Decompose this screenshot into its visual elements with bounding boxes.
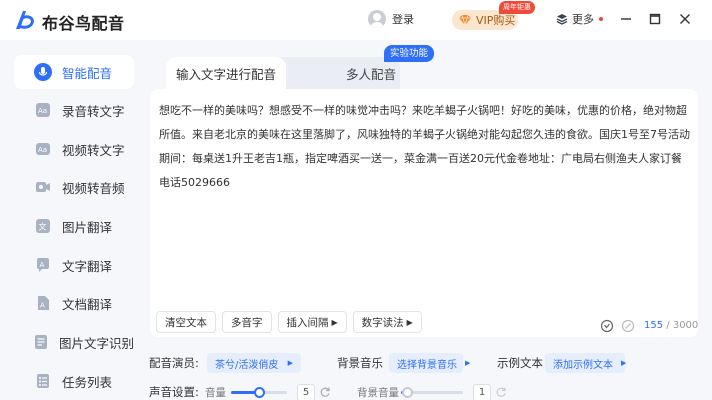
clear-text-label: 清空文本 <box>165 316 207 329</box>
insert-pause-label: 插入间隔 <box>286 316 329 329</box>
sidebar-item-smart-dubbing[interactable]: 智能配音 <box>14 55 134 89</box>
sidebar-item-label: 视频转音频 <box>62 180 125 196</box>
maximize-icon[interactable] <box>647 11 663 27</box>
bg-volume-label: 背景音量 <box>357 386 399 399</box>
sidebar: 智能配音 Aa 录音转文字 Aa 视频转文字 视频转音频 文 图片翻译 A 文字… <box>0 40 140 400</box>
sidebar-item-label: 文字翻译 <box>62 258 113 274</box>
settings-row: 配音演员: 茶兮/活泼俏皮 ▶ 背景音乐 选择背景音乐 ▶ 示例文本 添加示例文本 ▶ <box>149 352 627 374</box>
text-editor[interactable]: 想吃不一样的美味吗？想感受不一样的味觉冲击吗？来吃羊蝎子火锅吧！好吃的美味，优惠… <box>150 89 698 337</box>
format-icon[interactable] <box>621 319 635 333</box>
history-icon[interactable] <box>600 319 614 333</box>
doc-translate-icon: A <box>32 292 54 314</box>
login-button[interactable]: 登录 <box>368 10 414 28</box>
sidebar-item-label: 图片文字识别 <box>58 335 134 351</box>
sidebar-item-video-to-audio[interactable]: 视频转音频 <box>14 170 134 204</box>
svg-text:A: A <box>40 261 45 269</box>
sidebar-item-audio-to-text[interactable]: Aa 录音转文字 <box>14 93 134 127</box>
sidebar-item-label: 任务列表 <box>62 374 113 390</box>
character-count: 155 / 3000 <box>644 320 698 331</box>
svg-text:文: 文 <box>39 222 47 232</box>
character-count-current: 155 <box>644 320 664 331</box>
volume-slider-knob[interactable] <box>254 386 265 398</box>
tab-bar: 输入文字进行配音 多人配音 <box>166 57 400 89</box>
caret-right-icon: ▶ <box>465 359 471 367</box>
voice-label: 配音演员: <box>149 356 199 370</box>
bg-volume-slider-knob[interactable] <box>402 386 414 398</box>
bg-volume-value[interactable]: 1 <box>473 383 491 400</box>
sidebar-item-video-to-text[interactable]: Aa 视频转文字 <box>14 132 134 166</box>
vip-label: VIP购买 <box>476 14 516 27</box>
caret-right-icon: ▶ <box>621 359 627 367</box>
reset-volume-icon[interactable] <box>319 386 331 398</box>
svg-text:Aa: Aa <box>38 107 47 115</box>
app-title: 布谷鸟配音 <box>42 14 125 33</box>
ocr-icon <box>32 331 51 353</box>
video-to-text-icon: Aa <box>32 138 54 160</box>
svg-text:Aa: Aa <box>38 146 47 154</box>
close-icon[interactable] <box>677 11 693 27</box>
sample-text-label: 示例文本 <box>497 356 543 370</box>
main-panel: 输入文字进行配音 多人配音 实验功能 想吃不一样的美味吗？想感受不一样的味觉冲击… <box>140 40 712 400</box>
layers-icon <box>556 14 568 25</box>
notification-dot <box>599 17 603 21</box>
task-list-icon <box>32 370 54 392</box>
sidebar-item-task-list[interactable]: 任务列表 <box>14 364 134 398</box>
image-translate-icon: 文 <box>32 215 54 237</box>
sidebar-item-label: 文档翻译 <box>62 296 113 312</box>
video-to-audio-icon <box>32 176 54 198</box>
volume-label: 音量 <box>205 386 226 399</box>
number-reading-button[interactable]: 数字读法 ▶ <box>352 311 422 333</box>
sidebar-item-label: 录音转文字 <box>62 103 125 119</box>
character-count-limit: / 3000 <box>666 320 699 331</box>
sample-text-value: 添加示例文本 <box>553 359 613 371</box>
sidebar-item-doc-translate[interactable]: A 文档翻译 <box>14 286 134 320</box>
text-translate-icon: A <box>32 254 54 276</box>
caret-right-icon: ▶ <box>287 359 293 367</box>
user-avatar-icon <box>368 10 386 28</box>
clear-text-button[interactable]: 清空文本 <box>156 311 216 333</box>
sound-settings-label: 声音设置: <box>149 385 199 399</box>
sidebar-item-label: 视频转文字 <box>62 142 125 158</box>
sidebar-item-label: 图片翻译 <box>62 219 113 235</box>
smart-dubbing-icon <box>32 61 54 83</box>
sidebar-item-ocr[interactable]: 图片文字识别 <box>14 325 134 359</box>
tab-text-dubbing[interactable]: 输入文字进行配音 <box>166 57 286 89</box>
app-logo-icon <box>16 11 34 29</box>
more-label: 更多 <box>572 13 594 26</box>
sidebar-item-text-translate[interactable]: A 文字翻译 <box>14 248 134 282</box>
editor-toolbar: 清空文本 多音字 插入间隔 ▶ 数字读法 ▶ <box>156 311 422 333</box>
polyphone-label: 多音字 <box>231 316 263 329</box>
bgm-label: 背景音乐 <box>337 356 383 370</box>
caret-right-icon: ▶ <box>331 317 338 327</box>
caret-right-icon: ▶ <box>406 317 413 327</box>
diamond-icon <box>459 14 471 26</box>
voice-value: 茶兮/活泼俏皮 <box>215 359 279 371</box>
more-menu-button[interactable]: 更多 <box>556 11 603 27</box>
bgm-value: 选择背景音乐 <box>397 359 457 371</box>
insert-pause-button[interactable]: 插入间隔 ▶ <box>277 311 347 333</box>
volume-slider[interactable] <box>231 386 287 398</box>
editor-text[interactable]: 想吃不一样的美味吗？想感受不一样的味觉冲击吗？来吃羊蝎子火锅吧！好吃的美味，优惠… <box>159 99 691 195</box>
audio-to-text-icon: Aa <box>32 99 54 121</box>
sample-text-select[interactable]: 添加示例文本 ▶ <box>545 353 627 373</box>
polyphone-button[interactable]: 多音字 <box>222 311 272 333</box>
bg-volume-slider[interactable] <box>401 386 463 398</box>
voice-select[interactable]: 茶兮/活泼俏皮 ▶ <box>207 353 301 373</box>
login-label: 登录 <box>392 13 414 26</box>
sidebar-item-image-translate[interactable]: 文 图片翻译 <box>14 209 134 243</box>
sound-settings-row: 声音设置: 音量 5 背景音量 1 <box>149 382 507 400</box>
volume-value[interactable]: 5 <box>297 383 315 400</box>
sidebar-item-label: 智能配音 <box>62 65 113 81</box>
bgm-select[interactable]: 选择背景音乐 ▶ <box>389 353 470 373</box>
promo-badge: 周年钜惠 <box>499 1 535 14</box>
minimize-icon[interactable] <box>618 11 634 27</box>
svg-text:A: A <box>40 302 45 310</box>
reset-bg-volume-icon[interactable] <box>495 386 507 398</box>
title-bar: 布谷鸟配音 登录 VIP购买 周年钜惠 更多 <box>0 0 712 40</box>
experimental-badge: 实验功能 <box>384 45 435 62</box>
number-reading-label: 数字读法 <box>361 316 404 329</box>
